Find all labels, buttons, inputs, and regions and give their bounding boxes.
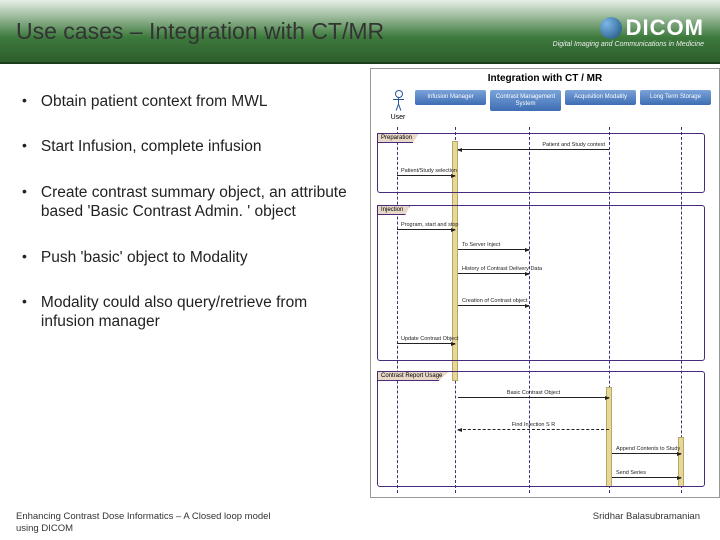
msg-append-contents: Append Contents to Study	[612, 447, 681, 454]
actor-row: User Infusion Manager Contrast Managemen…	[371, 88, 719, 121]
bullet-item: Modality could also query/retrieve from …	[16, 293, 358, 332]
slide-title: Use cases – Integration with CT/MR	[16, 18, 384, 45]
msg-history-data: History of Contrast Delivery Data	[458, 267, 529, 274]
msg-program-start-stop: Program, start and stop	[397, 223, 455, 230]
msg-create-object: Creation of Contrast object	[458, 299, 529, 306]
logo-name: DICOM	[553, 15, 704, 41]
bullet-item: Obtain patient context from MWL	[16, 92, 358, 111]
bullet-item: Create contrast summary object, an attri…	[16, 183, 358, 222]
slide-header: Use cases – Integration with CT/MR DICOM…	[0, 0, 720, 64]
footer-right: Sridhar Balasubramanian	[593, 511, 700, 534]
slide-footer: Enhancing Contrast Dose Informatics – A …	[0, 511, 720, 534]
msg-basic-contrast-object: Basic Contrast Object	[458, 391, 609, 398]
slide-content: Obtain patient context from MWL Start In…	[0, 64, 720, 504]
msg-send-series: Send Series	[612, 471, 681, 478]
bullet-list: Obtain patient context from MWL Start In…	[16, 92, 358, 332]
actor-contrast-system: Contrast Management System	[490, 90, 561, 111]
logo-tagline: Digital Imaging and Communications in Me…	[553, 41, 704, 48]
actor-modality: Acquisition Modality	[565, 90, 636, 105]
actor-user: User	[385, 90, 411, 121]
bullet-item: Push 'basic' object to Modality	[16, 248, 358, 267]
msg-update-object: Update Contrast Object	[397, 337, 455, 344]
sequence-diagram: Integration with CT / MR User Infusion M…	[370, 68, 720, 498]
footer-left: Enhancing Contrast Dose Informatics – A …	[16, 511, 276, 534]
msg-to-server-inject: To Server Inject	[458, 243, 529, 250]
msg-patient-selection: Patient/Study selection	[397, 169, 455, 176]
msg-find-injection: Find Injection S R	[458, 423, 609, 430]
bullet-column: Obtain patient context from MWL Start In…	[0, 64, 370, 504]
dicom-logo: DICOM Digital Imaging and Communications…	[553, 15, 704, 48]
diagram-title: Integration with CT / MR	[371, 69, 719, 88]
msg-patient-context: Patient and Study context	[458, 143, 609, 150]
globe-icon	[600, 17, 622, 39]
user-icon	[391, 90, 405, 112]
actor-infusion-manager: Infusion Manager	[415, 90, 486, 105]
bullet-item: Start Infusion, complete infusion	[16, 137, 358, 156]
actor-storage: Long Term Storage	[640, 90, 711, 105]
lifelines: Preparation Patient and Study context Pa…	[371, 127, 719, 493]
